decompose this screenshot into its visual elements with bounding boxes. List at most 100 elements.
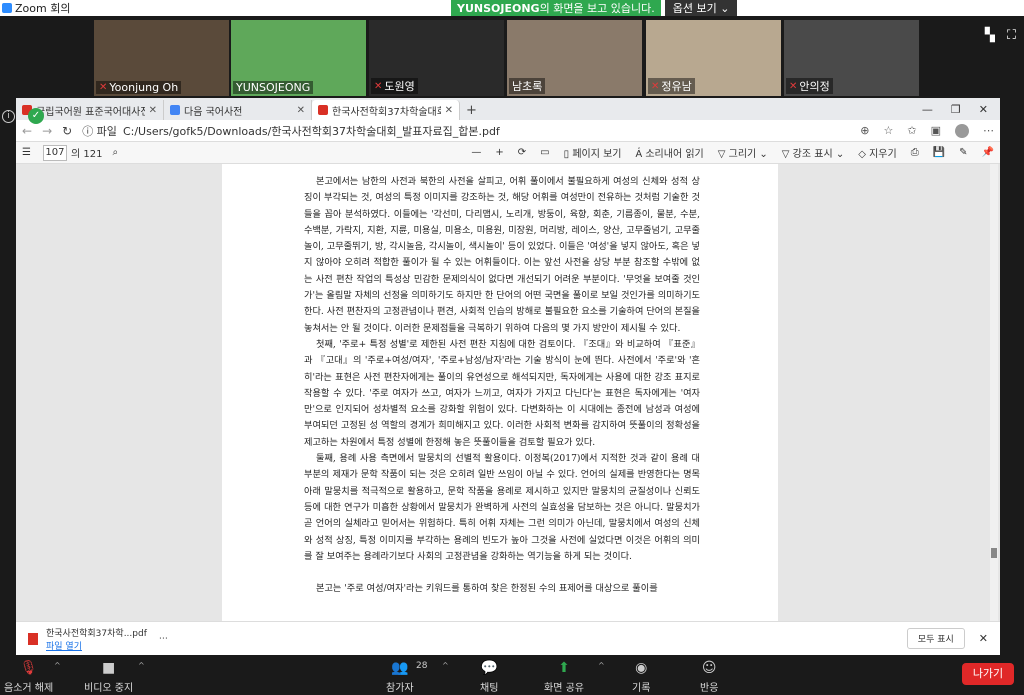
- tab-close-icon[interactable]: ✕: [445, 105, 453, 116]
- collections-icon[interactable]: ▣: [931, 124, 941, 137]
- open-file-link[interactable]: 파일 열기: [46, 639, 147, 652]
- unmute-button[interactable]: 🎙 음소거 해제: [4, 659, 53, 694]
- minimize-button[interactable]: —: [922, 103, 933, 116]
- tab-close-icon[interactable]: ✕: [149, 105, 157, 116]
- leave-button[interactable]: 나가기: [962, 663, 1014, 685]
- zoom-in-button[interactable]: +: [495, 147, 503, 158]
- favorites-icon[interactable]: ✩: [907, 124, 916, 137]
- read-mode-icon[interactable]: ☆: [884, 124, 894, 137]
- share-banner: YUNSOJEONG 의 화면을 보고 있습니다. 옵션 보기 ⌄: [451, 0, 738, 16]
- participant-tile[interactable]: 남초록: [507, 20, 642, 96]
- audio-options-icon[interactable]: ^: [54, 661, 61, 670]
- save-icon[interactable]: 💾: [933, 147, 945, 158]
- page-view-button[interactable]: ▯ 페이지 보기: [564, 145, 622, 160]
- new-tab-button[interactable]: +: [466, 100, 477, 120]
- fit-page-icon[interactable]: ▭: [540, 147, 549, 158]
- share-options-icon[interactable]: ^: [598, 661, 605, 670]
- erase-button[interactable]: ◇ 지우기: [858, 145, 896, 160]
- share-screen-button[interactable]: ⬆ 화면 공유: [544, 659, 584, 694]
- page-number-input[interactable]: 107: [42, 144, 67, 161]
- pdf-page-text: 본고에서는 남한의 사전과 북한의 사전을 살피고, 어휘 풀이에서 불필요하게…: [304, 174, 700, 597]
- address-bar: ← → ↻ ⓘ 파일 C:/Users/gofk5/Downloads/한국사전…: [16, 120, 1000, 142]
- read-aloud-button[interactable]: A᷾ 소리내어 읽기: [636, 145, 704, 160]
- participant-name: ✕ 안의정: [786, 78, 833, 94]
- participants-icon: 👥: [391, 660, 409, 676]
- tab-label: 국립국어원 표준국어대사전: [36, 106, 145, 118]
- zoom-toolbar: 🎙 음소거 해제 ^ ■ 비디오 중지 ^ 👥 참가자 28 ^ 💬 채팅 ⬆ …: [0, 655, 1024, 695]
- mic-muted-icon: ✕: [99, 82, 108, 93]
- draw-button[interactable]: ▽ 그리기 ⌄: [718, 145, 768, 160]
- scrollbar-thumb[interactable]: [991, 548, 997, 558]
- chat-label: 채팅: [480, 683, 499, 694]
- participant-name: ✕ 도원영: [371, 78, 418, 94]
- share-status-text: 의 화면을 보고 있습니다.: [539, 2, 655, 15]
- save-as-icon[interactable]: ✎: [959, 147, 967, 158]
- participant-tile[interactable]: ✕ 안의정: [784, 20, 919, 96]
- mic-muted-icon: ✕: [651, 80, 660, 92]
- close-window-button[interactable]: ✕: [979, 103, 988, 116]
- zoom-icon[interactable]: ⊕: [860, 124, 869, 137]
- pdf-toolbar: ☰ 107 의 121 ⌕ — + ⟳ ▭ ▯ 페이지 보기 A᷾ 소리내어 읽…: [16, 142, 1000, 164]
- info-icon[interactable]: i: [2, 110, 15, 123]
- pdf-tools: — + ⟳ ▭ ▯ 페이지 보기 A᷾ 소리내어 읽기 ▽ 그리기 ⌄ ▽ 강조…: [471, 145, 994, 160]
- download-filename: 한국사전학회37차학...pdf: [46, 628, 147, 639]
- pdf-viewport[interactable]: 본고에서는 남한의 사전과 북한의 사전을 살피고, 어휘 풀이에서 불필요하게…: [16, 164, 1000, 621]
- show-all-button[interactable]: 모두 표시: [906, 628, 965, 649]
- highlight-button[interactable]: ▽ 강조 표시 ⌄: [782, 145, 844, 160]
- tab-favicon-icon: [318, 105, 328, 115]
- shield-icon: ✓: [28, 108, 44, 124]
- participant-name: 남초록: [509, 78, 546, 94]
- maximize-button[interactable]: ❐: [951, 103, 961, 116]
- close-download-bar-icon[interactable]: ✕: [979, 632, 988, 645]
- reactions-button[interactable]: ☺ 반응: [700, 659, 718, 694]
- reload-icon[interactable]: ↻: [62, 124, 72, 138]
- video-strip: ✕ Yoonjung Oh YUNSOJEONG ✕ 도원영 남초록 ✕ 정유남 ✕ 안…: [0, 16, 1024, 98]
- participant-tile[interactable]: YUNSOJEONG: [231, 20, 366, 96]
- avatar[interactable]: [955, 123, 969, 138]
- tab-daum-dict[interactable]: 다음 국어사전 ✕: [164, 100, 312, 120]
- participant-tile[interactable]: ✕ 도원영: [369, 20, 504, 96]
- back-icon[interactable]: ←: [22, 124, 32, 138]
- download-more-icon[interactable]: ⋯: [159, 634, 168, 644]
- fullscreen-icon[interactable]: ⛶: [1007, 28, 1016, 43]
- forward-icon[interactable]: →: [42, 124, 52, 138]
- reactions-label: 반응: [700, 683, 719, 694]
- stop-video-button[interactable]: ■ 비디오 중지: [84, 659, 133, 694]
- more-menu-icon[interactable]: ⋯: [983, 124, 994, 137]
- pin-icon[interactable]: 📌: [982, 147, 994, 158]
- draw-icon: ▽: [717, 149, 729, 160]
- record-button[interactable]: ◉ 기록: [632, 659, 650, 694]
- participants-options-icon[interactable]: ^: [442, 661, 449, 670]
- participants-button[interactable]: 👥 참가자: [386, 659, 414, 694]
- tab-favicon-icon: [170, 105, 180, 115]
- file-indicator: ⓘ 파일: [82, 124, 117, 138]
- view-options-button[interactable]: 옵션 보기 ⌄: [664, 0, 738, 16]
- video-options-icon[interactable]: ^: [138, 661, 145, 670]
- tab-label: 다음 국어사전: [184, 106, 243, 118]
- paragraph: 본고는 '주로 여성/여자'라는 키워드를 통하여 찾은 한정된 수의 표제어를…: [316, 583, 658, 595]
- participant-tile[interactable]: ✕ Yoonjung Oh: [94, 20, 229, 96]
- url-input[interactable]: C:/Users/gofk5/Downloads/한국사전학회37차학술대회_발…: [123, 123, 500, 139]
- gallery-view-icon[interactable]: ▚: [985, 28, 995, 43]
- participant-name: YUNSOJEONG: [233, 81, 314, 94]
- contents-icon[interactable]: ☰: [22, 147, 31, 158]
- download-item[interactable]: 한국사전학회37차학...pdf 파일 열기: [46, 626, 147, 652]
- search-icon[interactable]: ⌕: [112, 147, 118, 158]
- unmute-label: 음소거 해제: [4, 683, 54, 694]
- participant-tile[interactable]: ✕ 정유남: [646, 20, 781, 96]
- video-camera-icon: ■: [101, 660, 116, 676]
- tab-pdf[interactable]: 한국사전학회37차학술대회_발표... ✕: [312, 100, 460, 120]
- browser-window: 국립국어원 표준국어대사전 ✕ 다음 국어사전 ✕ 한국사전학회37차학술대회_…: [16, 98, 1000, 655]
- chat-button[interactable]: 💬 채팅: [480, 659, 498, 694]
- participant-name: ✕ 정유남: [648, 78, 695, 94]
- highlight-icon: ▽: [781, 149, 793, 160]
- stop-video-label: 비디오 중지: [84, 683, 134, 694]
- window-controls: — ❐ ✕: [910, 98, 1000, 120]
- rotate-icon[interactable]: ⟳: [518, 147, 526, 158]
- tab-close-icon[interactable]: ✕: [297, 105, 305, 116]
- eraser-icon: ◇: [858, 149, 870, 160]
- print-icon[interactable]: ⎙: [911, 147, 919, 158]
- scrollbar[interactable]: [990, 164, 998, 621]
- zoom-out-button[interactable]: —: [471, 147, 481, 158]
- mic-muted-icon: ✕: [789, 80, 798, 92]
